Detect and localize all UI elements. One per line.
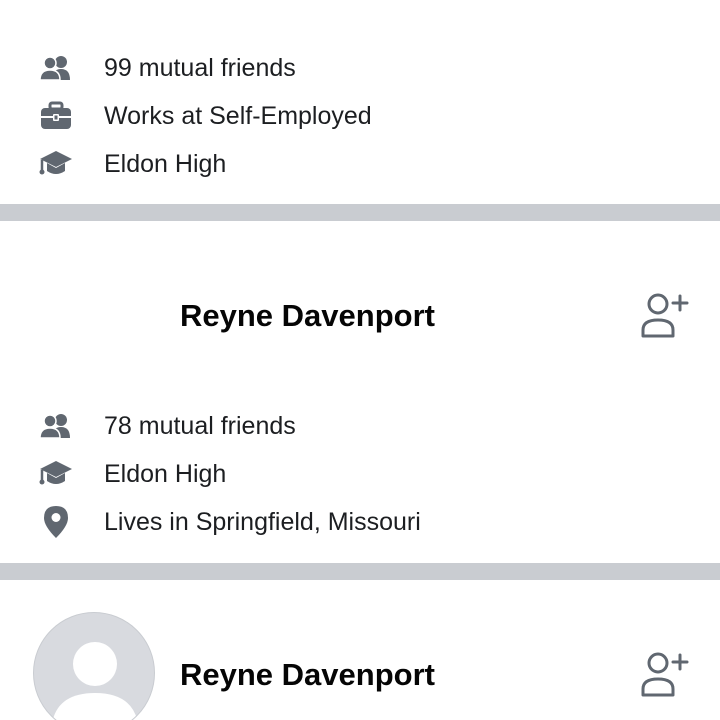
detail-text: Eldon High: [104, 460, 227, 488]
person-card[interactable]: 99 mutual friends Works at Self-Employed: [0, 0, 720, 204]
detail-text: Lives in Springfield, Missouri: [104, 508, 421, 536]
add-friend-icon: [641, 652, 689, 697]
mutual-friends-icon: [38, 410, 74, 442]
graduation-cap-icon: [38, 148, 74, 180]
person-name[interactable]: Reyne Davenport: [180, 298, 435, 334]
card-divider: [0, 563, 720, 580]
detail-text: Works at Self-Employed: [104, 102, 372, 130]
person-name[interactable]: Reyne Davenport: [180, 657, 435, 693]
detail-row-location: Lives in Springfield, Missouri: [0, 502, 720, 542]
add-friend-button[interactable]: [636, 649, 692, 703]
detail-text: 99 mutual friends: [104, 54, 296, 82]
location-pin-icon: [38, 506, 74, 538]
detail-row-school: Eldon High: [0, 144, 720, 184]
detail-row-work: Works at Self-Employed: [0, 96, 720, 136]
briefcase-icon: [38, 100, 74, 132]
card-divider: [0, 204, 720, 221]
add-friend-button[interactable]: [636, 290, 692, 344]
detail-row-school: Eldon High: [0, 454, 720, 494]
detail-text: 78 mutual friends: [104, 412, 296, 440]
mutual-friends-icon: [38, 52, 74, 84]
default-avatar-silhouette: [52, 642, 138, 720]
detail-row-mutual-friends: 99 mutual friends: [0, 48, 720, 88]
detail-text: Eldon High: [104, 150, 227, 178]
add-friend-icon: [641, 293, 689, 338]
graduation-cap-icon: [38, 458, 74, 490]
people-suggestions-screen: 99 mutual friends Works at Self-Employed: [0, 0, 720, 720]
detail-row-mutual-friends: 78 mutual friends: [0, 406, 720, 446]
